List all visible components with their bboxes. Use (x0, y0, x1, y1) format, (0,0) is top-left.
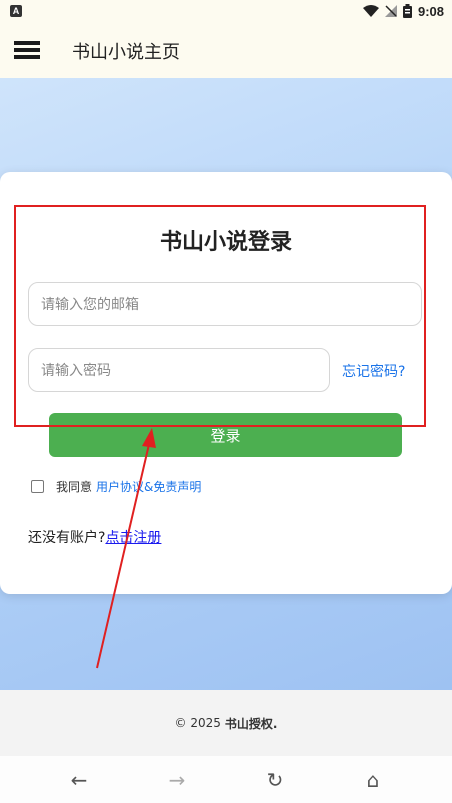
battery-icon (402, 4, 412, 18)
login-title: 书山小说登录 (159, 230, 292, 255)
forgot-password-link[interactable]: 忘记密码? (342, 361, 405, 381)
password-input[interactable]: 请输入密码 (28, 348, 330, 392)
copyright-text: © 2025 (174, 716, 221, 730)
agree-checkbox[interactable] (31, 480, 44, 493)
app-bar: 书山小说主页 (0, 22, 452, 78)
wifi-icon (362, 5, 379, 17)
login-card: 书山小说登录 请输入您的邮箱 请输入密码 忘记密码? 登录 我同意 用户协议&免… (0, 172, 452, 594)
email-input[interactable]: 请输入您的邮箱 (28, 282, 422, 326)
reload-icon[interactable]: ↻ (255, 760, 295, 800)
status-bar: A 9:08 (0, 0, 452, 22)
footer: © 2025 书山授权. (0, 690, 452, 756)
status-right: 9:08 (362, 3, 444, 19)
register-row: 还没有账户? 点击注册 (28, 527, 161, 547)
browser-nav-bar: ← → ↻ ⌂ (0, 756, 452, 803)
page-background: 书山小说登录 请输入您的邮箱 请输入密码 忘记密码? 登录 我同意 用户协议&免… (0, 78, 452, 690)
hamburger-menu-icon[interactable] (14, 41, 40, 59)
terms-link[interactable]: 用户协议&免责声明 (96, 478, 201, 495)
status-time: 9:08 (417, 3, 444, 19)
notification-icon: A (10, 5, 22, 17)
no-signal-icon (384, 5, 397, 17)
register-link[interactable]: 点击注册 (105, 527, 161, 547)
back-arrow-icon[interactable]: ← (59, 760, 99, 800)
register-prompt: 还没有账户? (28, 530, 106, 546)
home-icon[interactable]: ⌂ (353, 760, 393, 800)
forward-arrow-icon[interactable]: → (157, 760, 197, 800)
login-button[interactable]: 登录 (49, 413, 402, 457)
copyright-owner: 书山授权. (224, 716, 278, 731)
agreement-row: 我同意 用户协议&免责声明 (31, 478, 201, 495)
agree-label: 我同意 (56, 480, 93, 494)
app-title: 书山小说主页 (72, 42, 180, 63)
